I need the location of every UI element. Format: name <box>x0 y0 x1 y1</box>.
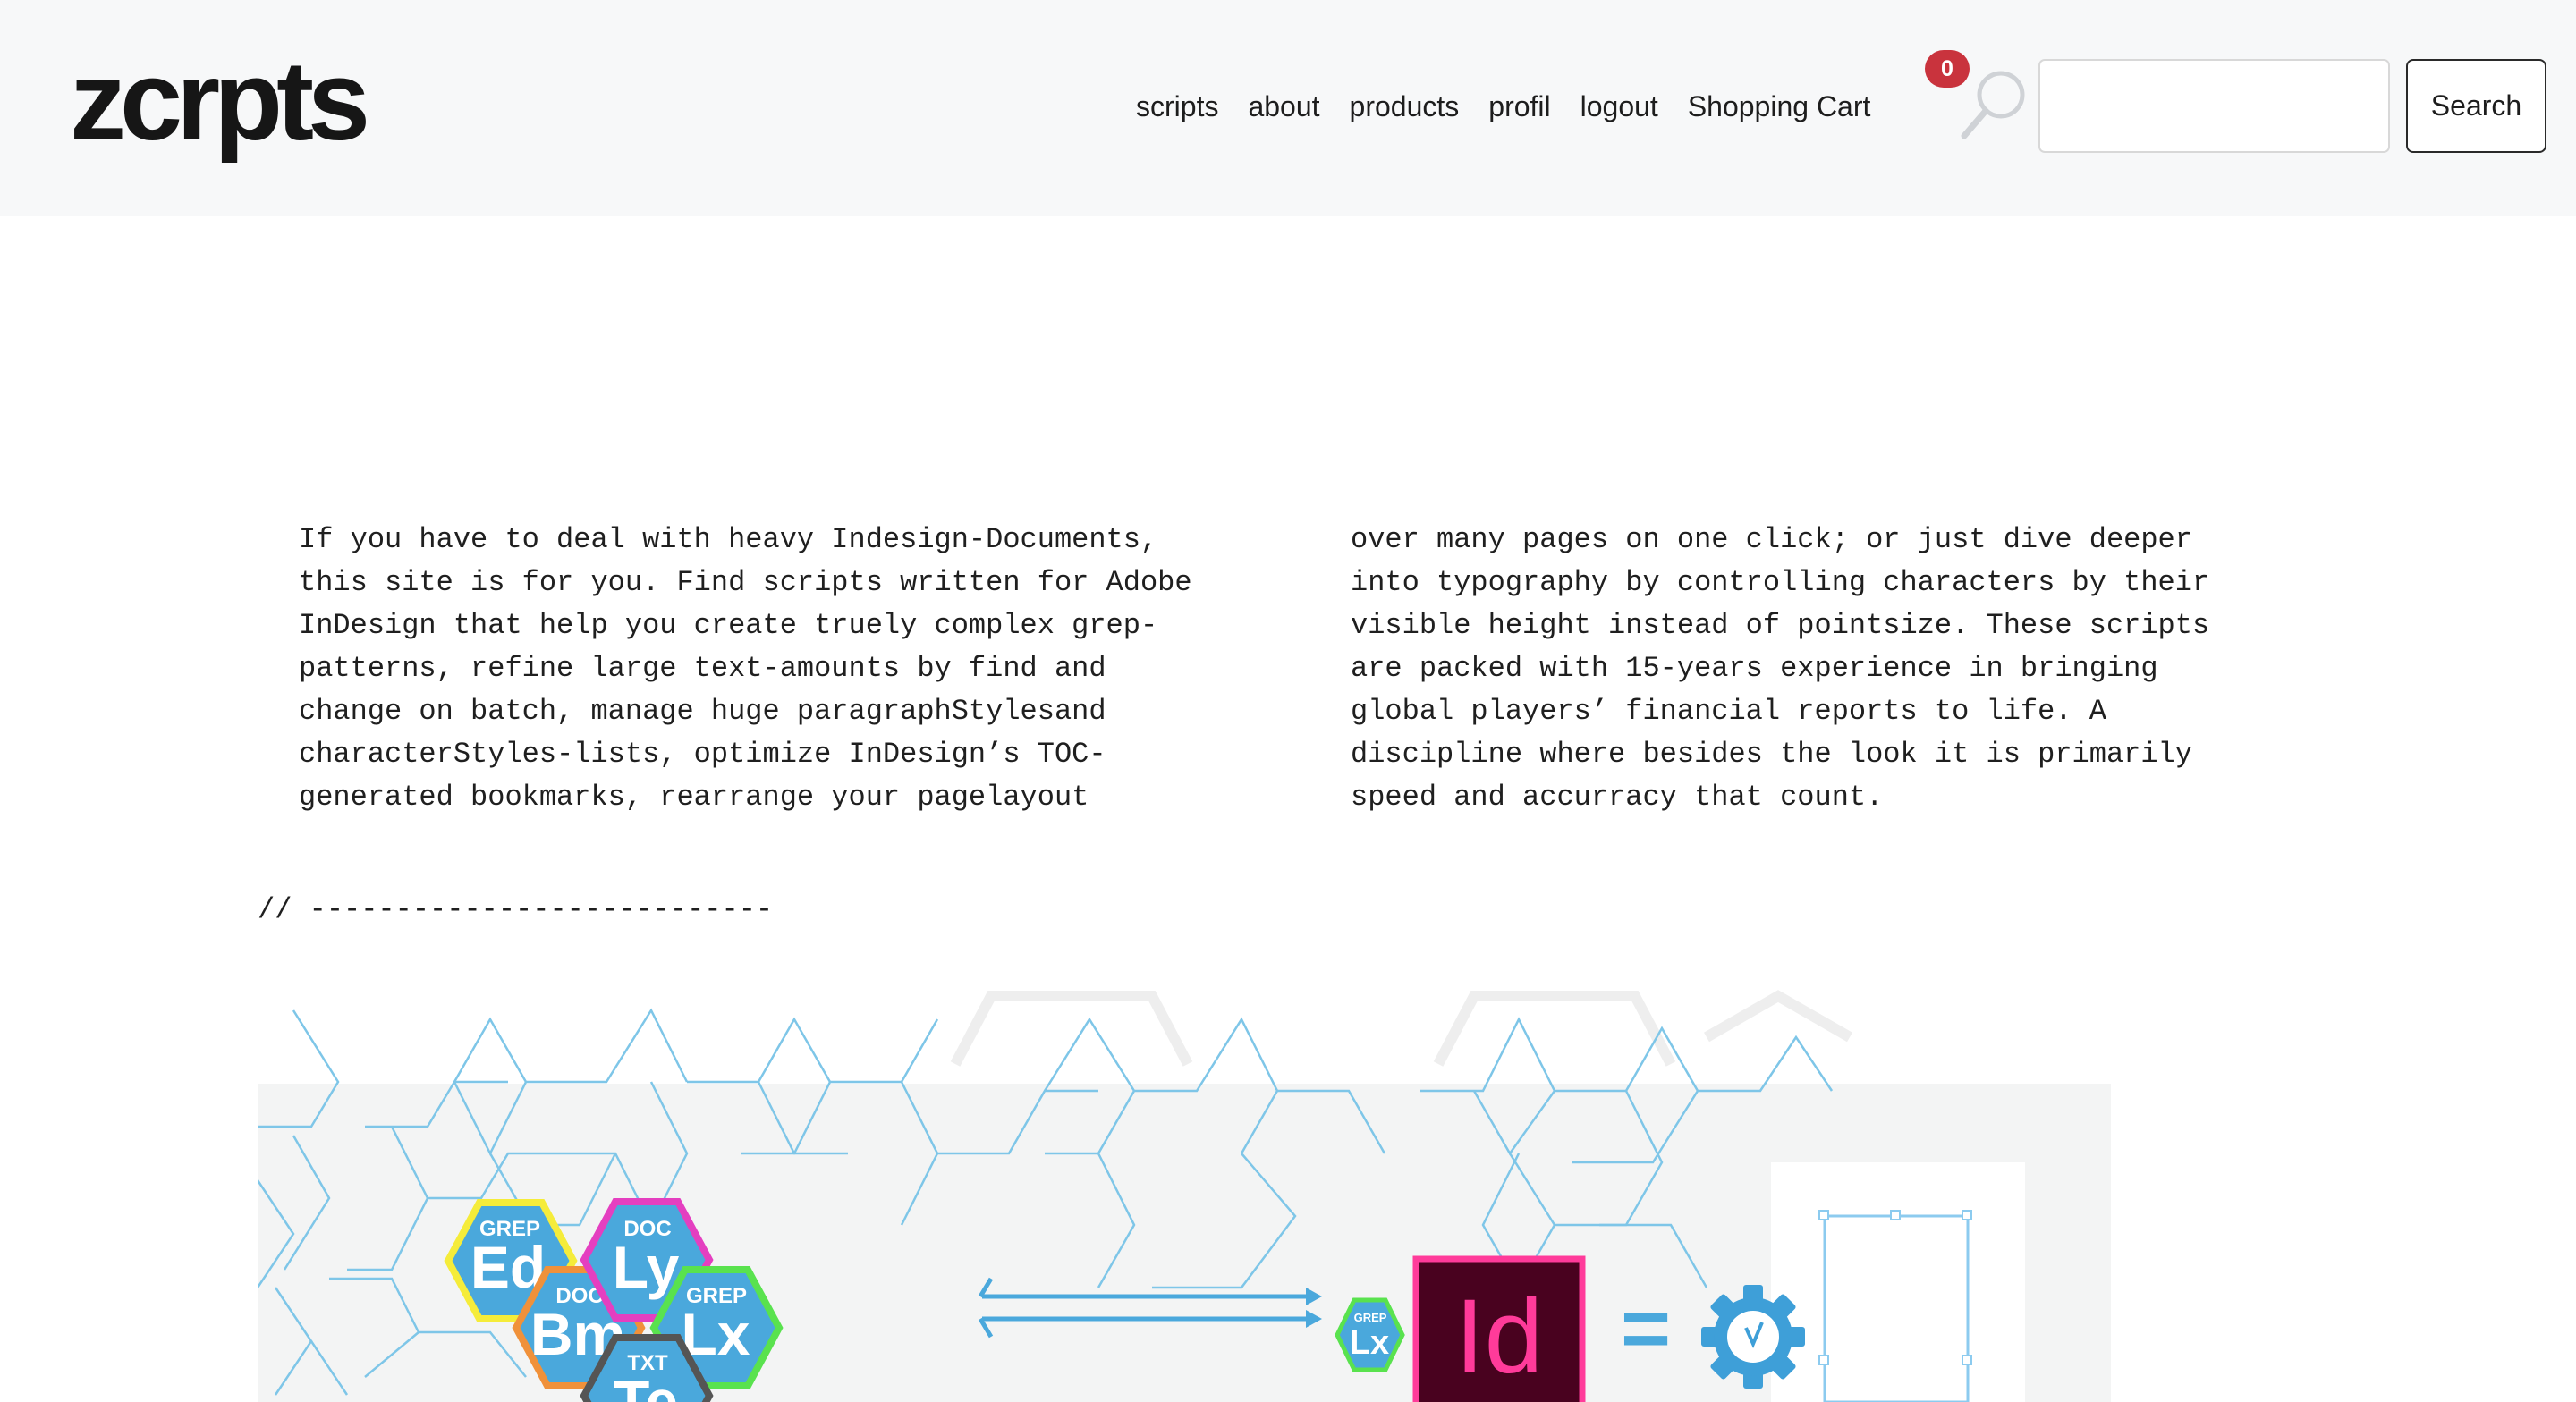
intro-line: discipline where besides the look it is … <box>1351 738 2192 771</box>
intro-line: characterStyles-lists, optimize InDesign… <box>299 738 1106 771</box>
search-button[interactable]: Search <box>2406 59 2546 153</box>
intro-line: over many pages on one click; or just di… <box>1351 523 2192 556</box>
background-hex-outline <box>950 990 1852 1067</box>
hex-small-label: GREP <box>1354 1311 1387 1324</box>
indesign-app-label: Id <box>1455 1278 1543 1396</box>
intro-line: speed and accurracy that count. <box>1351 781 1884 814</box>
intro-line: are packed with 15-years experience in b… <box>1351 652 2158 685</box>
intro-text-left: If you have to deal with heavy Indesign-… <box>299 519 1211 819</box>
document-panel <box>1771 1162 2025 1402</box>
nav-profil[interactable]: profil <box>1488 90 1550 123</box>
intro-line: If you have to deal with heavy Indesign-… <box>299 523 1158 556</box>
gear-clock-icon <box>1701 1285 1805 1389</box>
scripts-banner: GREP Ed DOC Bm DOC Ly GREP Lx TXT Te GRE… <box>258 984 2111 1402</box>
search-icon[interactable] <box>1957 68 2029 141</box>
site-logo[interactable]: zcrpts <box>70 43 370 159</box>
intro-line: this site is for you. Find scripts writt… <box>299 566 1192 599</box>
main-nav: scripts about products profil logout Sho… <box>1136 84 1870 129</box>
indesign-app-icon: Id <box>1412 1255 1586 1402</box>
nav-logout[interactable]: logout <box>1580 90 1658 123</box>
search-input[interactable] <box>2038 59 2390 153</box>
intro-line: change on batch, manage huge paragraphSt… <box>299 695 1106 728</box>
intro-line: patterns, refine large text-amounts by f… <box>299 652 1106 685</box>
nav-about[interactable]: about <box>1248 90 1319 123</box>
nav-scripts[interactable]: scripts <box>1136 90 1218 123</box>
banner-illustration: GREP Ed DOC Bm DOC Ly GREP Lx TXT Te GRE… <box>258 990 2111 1402</box>
hex-badge-mini-lx: GREP Lx <box>1335 1297 1405 1372</box>
nav-shopping-cart[interactable]: Shopping Cart <box>1688 90 1871 123</box>
site-header: zcrpts scripts about products profil log… <box>0 0 2576 216</box>
intro-line: visible height instead of pointsize. The… <box>1351 609 2210 642</box>
hex-big-label: Ly <box>613 1234 680 1300</box>
equals-sign: = <box>1621 1280 1671 1376</box>
hex-big-label: Te <box>614 1368 678 1402</box>
intro-line: InDesign that help you create truely com… <box>299 609 1158 642</box>
intro-line: generated bookmarks, rearrange your page… <box>299 781 1089 814</box>
nav-products[interactable]: products <box>1350 90 1460 123</box>
intro-text-right: over many pages on one click; or just di… <box>1351 519 2263 819</box>
intro-line: into typography by controlling character… <box>1351 566 2210 599</box>
hex-big-label: Lx <box>1350 1324 1389 1362</box>
intro-line: global players’ financial reports to lif… <box>1351 695 2106 728</box>
code-comment-separator: // --------------------------- <box>258 893 774 926</box>
